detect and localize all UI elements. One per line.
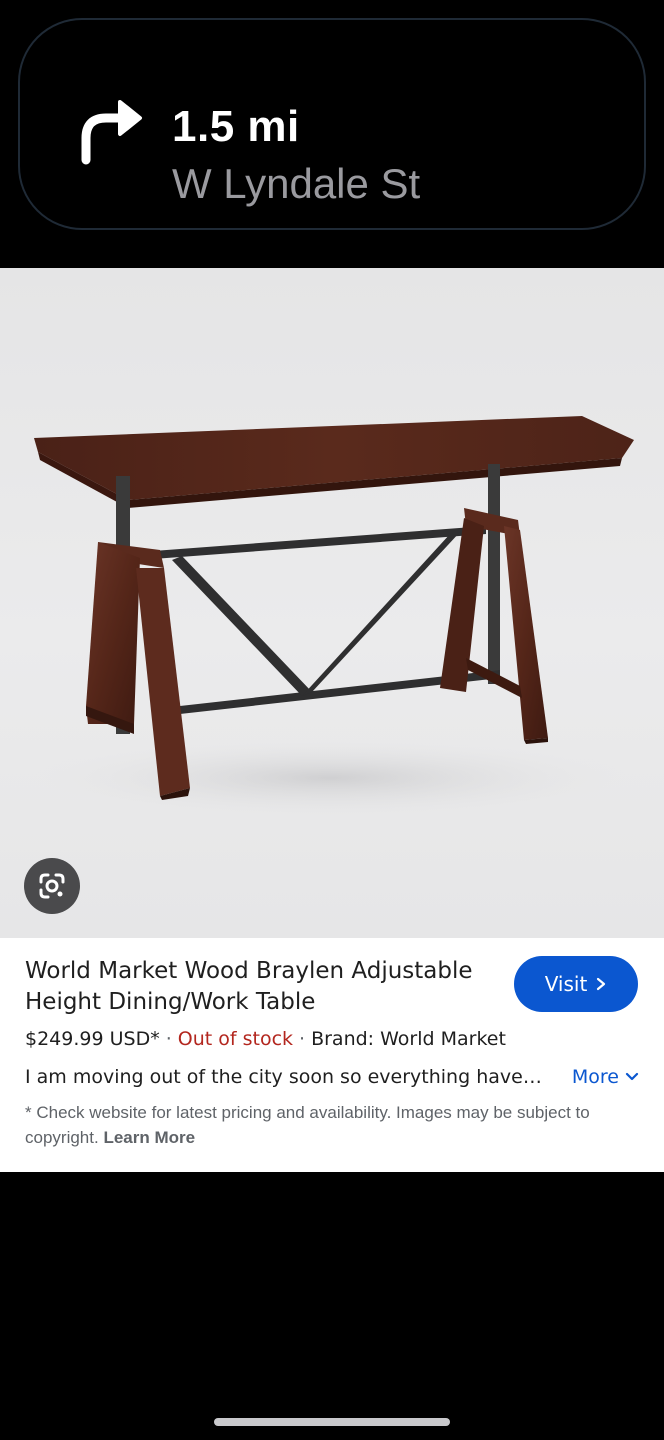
product-brand: Brand: World Market [311, 1028, 506, 1050]
google-lens-icon [39, 873, 65, 899]
learn-more-link[interactable]: Learn More [103, 1128, 195, 1147]
separator-dot: · [299, 1028, 306, 1050]
turn-right-arrow-icon [81, 100, 142, 165]
chevron-down-icon [625, 1072, 639, 1081]
visit-button-label: Visit [544, 972, 588, 996]
product-description: I am moving out of the city soon so ever… [25, 1066, 542, 1088]
stock-status: Out of stock [177, 1028, 294, 1050]
more-button-label: More [571, 1066, 619, 1088]
product-description-row: I am moving out of the city soon so ever… [25, 1066, 639, 1088]
separator-dot: · [165, 1028, 172, 1050]
product-image[interactable] [0, 268, 664, 938]
product-title[interactable]: World Market Wood Braylen Adjustable Hei… [25, 956, 495, 1018]
product-meta-row: $249.99 USD* · Out of stock · Brand: World M… [25, 1028, 506, 1050]
table-photo [30, 416, 634, 818]
disclaimer-text: * Check website for latest pricing and a… [25, 1100, 645, 1150]
visit-button[interactable]: Visit [514, 956, 638, 1012]
nav-street-name: W Lyndale St [172, 160, 421, 207]
google-lens-button[interactable] [24, 858, 80, 914]
more-button[interactable]: More [572, 1066, 639, 1088]
navigation-banner[interactable]: 1.5 mi W Lyndale St [18, 18, 646, 230]
home-indicator[interactable] [214, 1418, 450, 1426]
product-price: $249.99 USD* [25, 1028, 160, 1050]
chevron-right-icon [597, 977, 606, 991]
product-info-card: World Market Wood Braylen Adjustable Hei… [0, 938, 664, 1172]
nav-distance: 1.5 mi [172, 102, 300, 151]
